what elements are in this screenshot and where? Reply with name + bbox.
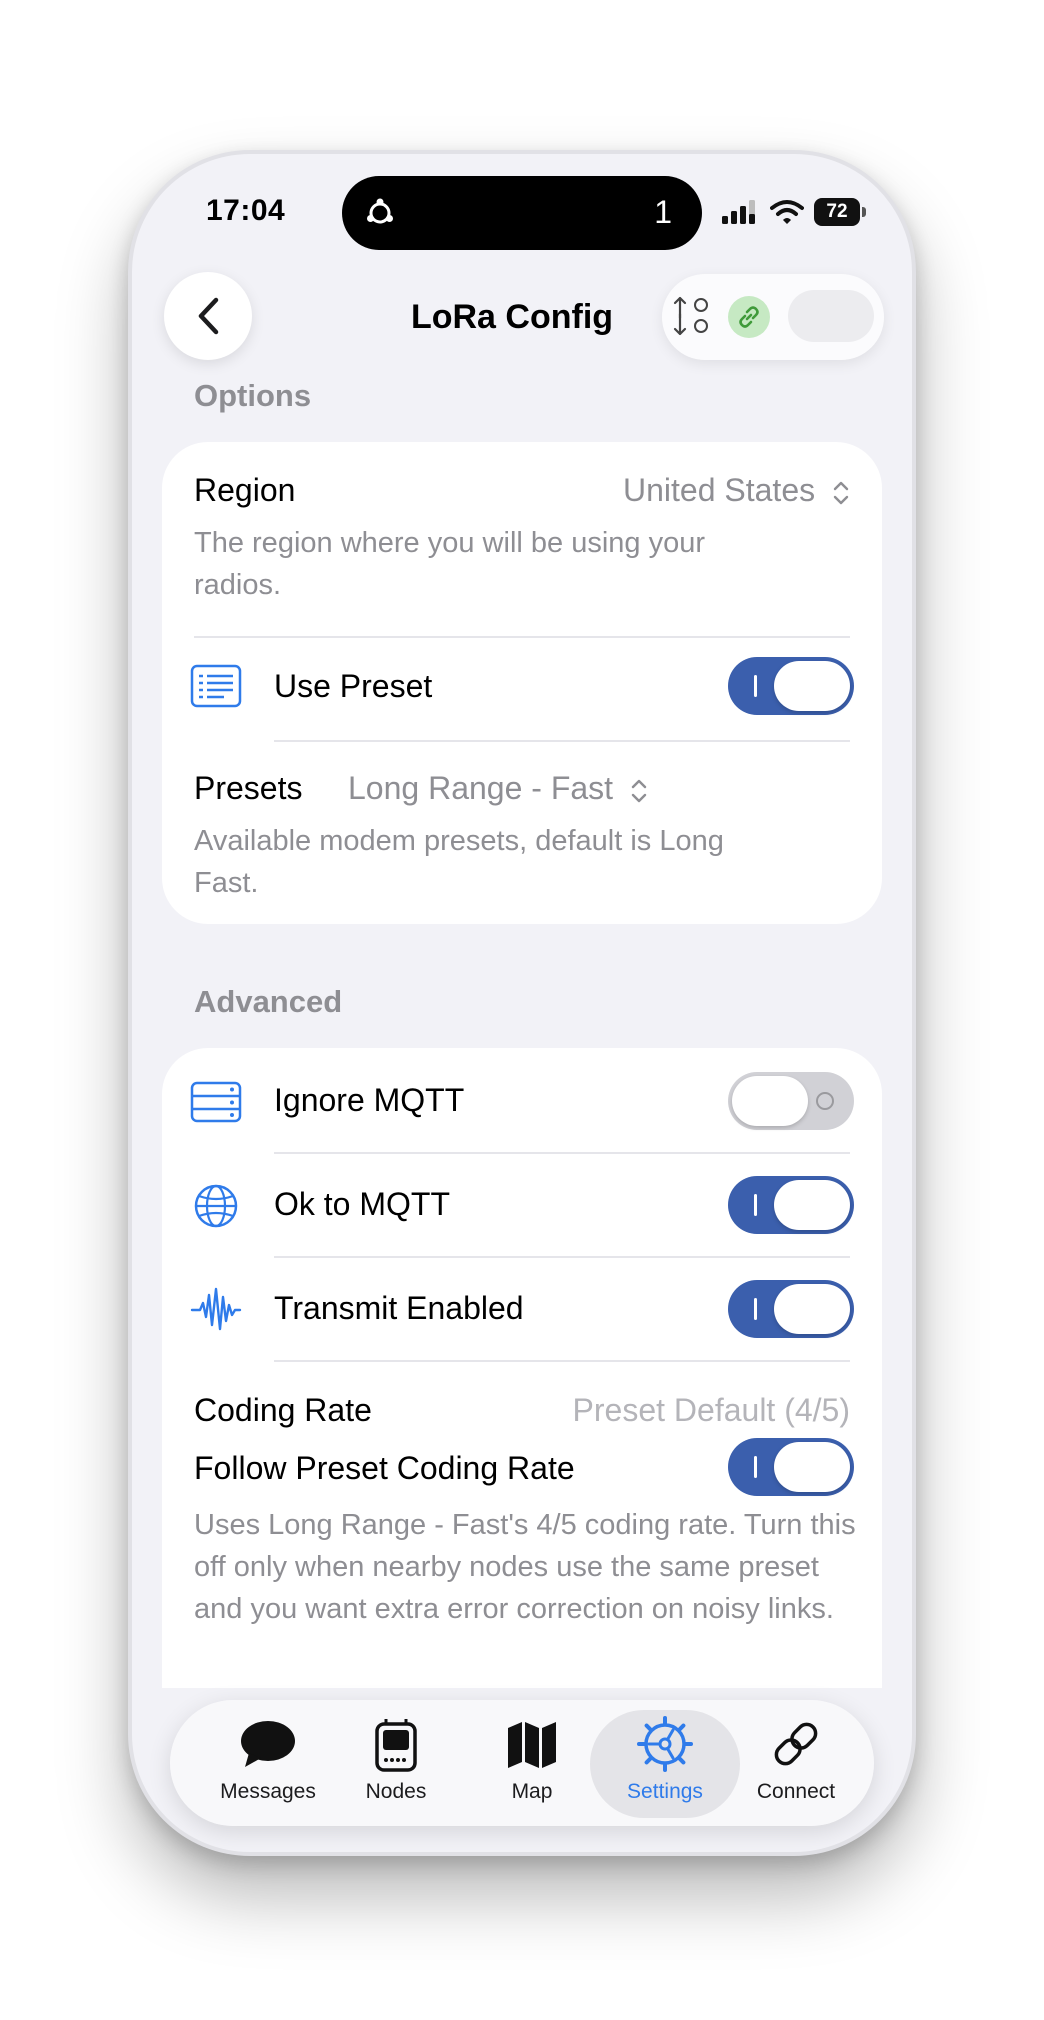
ignore-mqtt-toggle[interactable] xyxy=(728,1072,854,1130)
chevron-left-icon xyxy=(198,297,219,335)
connection-status-button[interactable] xyxy=(728,296,770,338)
follow-preset-coding-rate-description: Uses Long Range - Fast's 4/5 coding rate… xyxy=(194,1509,856,1625)
link-icon xyxy=(774,1722,818,1766)
sort-icon[interactable] xyxy=(672,294,712,338)
wifi-icon xyxy=(770,200,804,224)
region-label: Region xyxy=(194,472,296,508)
link-icon xyxy=(739,306,759,328)
region-picker[interactable]: United States xyxy=(623,472,850,509)
divider xyxy=(274,740,850,742)
transmit-enabled-toggle[interactable] xyxy=(728,1280,854,1338)
chevron-up-down-icon xyxy=(631,779,647,802)
phone-frame: 17:04 1 72 LoRa Config Options Region Un… xyxy=(128,150,916,1856)
divider xyxy=(274,1360,850,1362)
waveform-icon xyxy=(190,1287,242,1331)
tab-map[interactable]: Map xyxy=(472,1700,592,1826)
tab-nodes[interactable]: Nodes xyxy=(336,1700,456,1826)
page-title: LoRa Config xyxy=(410,298,614,336)
section-header-advanced: Advanced xyxy=(194,984,343,1019)
transmit-enabled-label: Transmit Enabled xyxy=(274,1290,524,1326)
signal-icon xyxy=(722,200,755,224)
transmit-icon-wrap xyxy=(190,1284,242,1336)
server-icon xyxy=(190,1081,242,1123)
presets-picker[interactable]: Long Range - Fast xyxy=(348,770,648,807)
map-icon xyxy=(508,1722,556,1768)
tab-messages[interactable]: Messages xyxy=(198,1700,338,1826)
mesh-icon xyxy=(367,198,393,224)
section-header-options: Options xyxy=(194,378,312,413)
chat-bubble-icon xyxy=(241,1721,295,1767)
back-button[interactable] xyxy=(164,272,252,360)
globe-icon xyxy=(194,1184,238,1228)
divider xyxy=(274,1256,850,1258)
gear-icon xyxy=(637,1716,693,1772)
tab-messages-label: Messages xyxy=(220,1780,316,1803)
node-badge[interactable] xyxy=(788,290,874,342)
coding-rate-label: Coding Rate xyxy=(194,1392,372,1428)
presets-label: Presets xyxy=(194,770,303,806)
options-card: Region United States The region where yo… xyxy=(162,442,882,924)
use-preset-label: Use Preset xyxy=(274,668,433,704)
divider xyxy=(194,636,850,638)
tab-settings-label: Settings xyxy=(627,1780,703,1803)
ok-to-mqtt-toggle[interactable] xyxy=(728,1176,854,1234)
radio-device-icon xyxy=(375,1719,417,1772)
tab-map-label: Map xyxy=(511,1780,553,1803)
presets-description: Available modem presets, default is Long… xyxy=(194,825,724,899)
status-time: 17:04 xyxy=(206,194,286,227)
tab-bar: Messages Nodes Map Settings Connect xyxy=(170,1700,874,1826)
tab-connect-label: Connect xyxy=(756,1780,836,1803)
chevron-up-down-icon xyxy=(833,481,849,504)
tab-nodes-label: Nodes xyxy=(365,1780,427,1803)
divider xyxy=(274,1152,850,1154)
follow-preset-coding-rate-label: Follow Preset Coding Rate xyxy=(194,1450,575,1486)
battery-indicator: 72 xyxy=(814,198,866,226)
ignore-mqtt-icon-wrap xyxy=(190,1076,242,1128)
use-preset-toggle[interactable] xyxy=(728,657,854,715)
ok-to-mqtt-label: Ok to MQTT xyxy=(274,1186,450,1222)
ok-to-mqtt-icon-wrap xyxy=(190,1180,242,1232)
coding-rate-value: Preset Default (4/5) xyxy=(572,1392,850,1428)
list-icon xyxy=(190,664,242,708)
nav-actions xyxy=(662,274,884,360)
dynamic-island[interactable]: 1 xyxy=(342,176,702,250)
region-description: The region where you will be using your … xyxy=(194,527,705,601)
ignore-mqtt-label: Ignore MQTT xyxy=(274,1082,465,1118)
use-preset-icon-wrap xyxy=(190,660,242,712)
region-value: United States xyxy=(623,472,816,508)
follow-preset-coding-rate-toggle[interactable] xyxy=(728,1438,854,1496)
tab-connect[interactable]: Connect xyxy=(736,1700,856,1826)
status-indicators: 72 xyxy=(722,198,866,226)
tab-settings[interactable]: Settings xyxy=(605,1700,725,1826)
presets-value: Long Range - Fast xyxy=(348,770,614,806)
island-count: 1 xyxy=(654,194,672,230)
screen: 17:04 1 72 LoRa Config Options Region Un… xyxy=(132,154,912,1852)
advanced-card: Ignore MQTT Ok to MQTT Transmit Enabled … xyxy=(162,1048,882,1688)
